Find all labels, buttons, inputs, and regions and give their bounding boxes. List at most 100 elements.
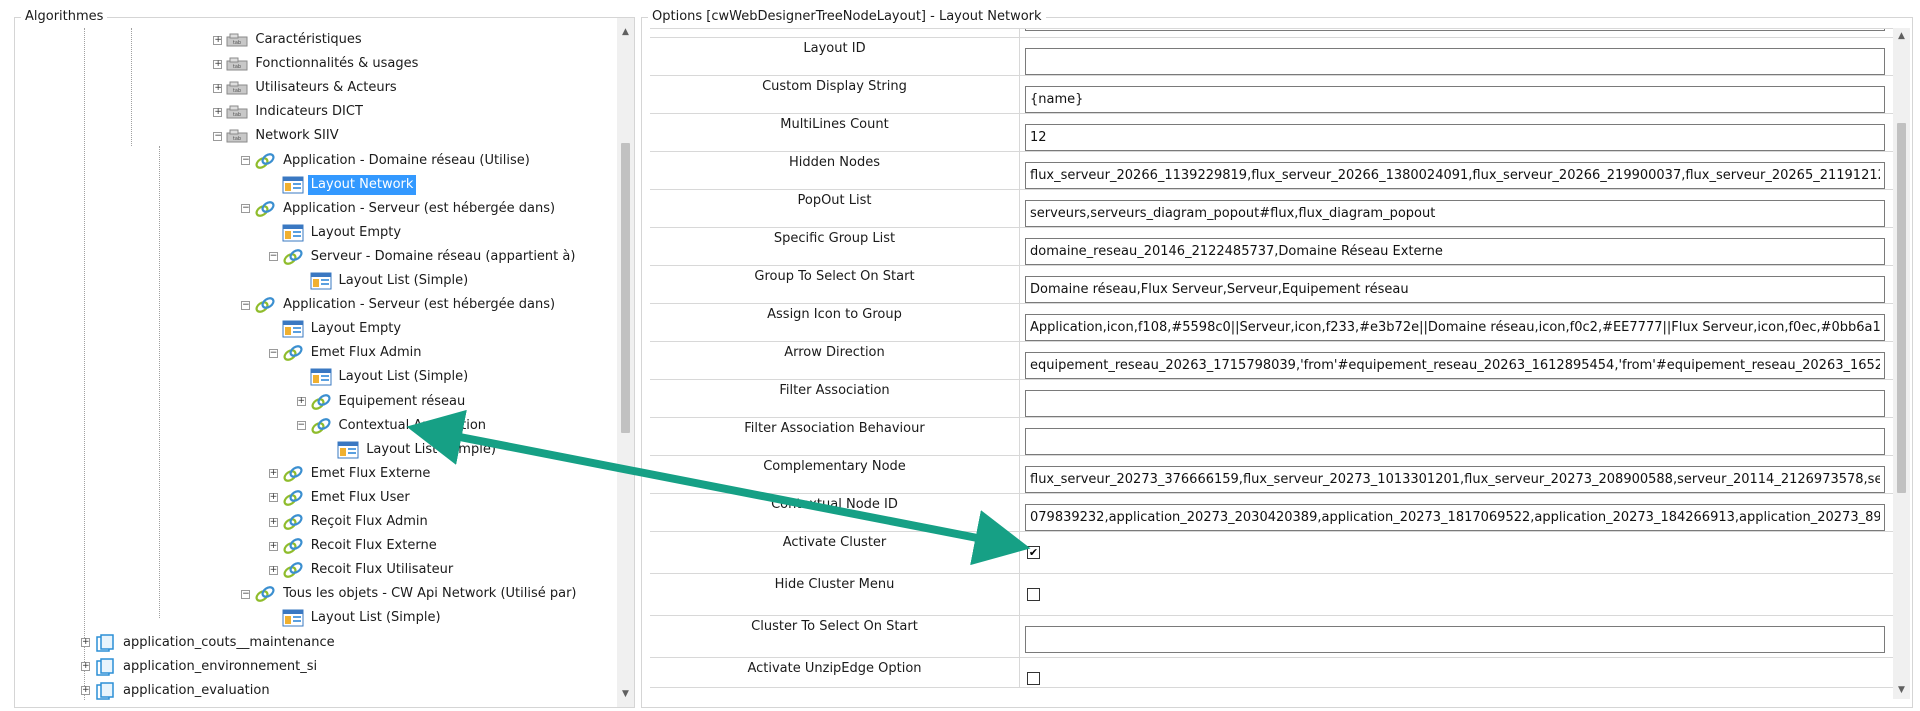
tree-node-label[interactable]: Emet Flux Externe [308,464,434,484]
tree-node-label[interactable]: Fonctionnalités & usages [252,54,421,74]
property-input[interactable] [1025,504,1885,531]
tree-node[interactable]: + tab Indicateurs DICT [213,100,366,124]
tree-node[interactable]: + application_couts__maintenance [81,631,338,655]
property-input[interactable] [1025,276,1885,303]
tree-node[interactable]: + Recoit Flux Externe [268,534,440,558]
tree-node-label[interactable]: Application - Serveur (est hébergée dans… [280,295,558,315]
expand-icon[interactable]: + [213,83,223,93]
tree-node[interactable]: − Application - Serveur (est hébergée dan… [241,293,558,317]
expand-icon[interactable]: + [81,662,90,672]
scroll-down-icon[interactable]: ▼ [1893,682,1910,699]
collapse-icon[interactable]: − [268,252,278,262]
tree-node-label[interactable]: application_evaluation [120,681,273,700]
tree-node[interactable]: + Emet Flux Externe [268,462,434,486]
expand-icon[interactable]: + [268,493,278,503]
tree-node[interactable]: − Application - Serveur (est hébergée dan… [241,197,558,221]
tree-node-label[interactable]: Application - Domaine réseau (Utilise) [280,151,533,171]
tree-node[interactable]: + Recoit Flux Utilisateur [268,558,456,582]
tree-node-label[interactable]: Equipement réseau [336,392,469,412]
property-checkbox[interactable] [1027,672,1040,685]
tree-node[interactable]: Layout Empty [269,221,404,245]
collapse-icon[interactable]: − [296,421,306,431]
property-input[interactable] [1025,238,1885,265]
property-input[interactable] [1025,162,1885,189]
property-input[interactable] [1025,200,1885,227]
expand-icon[interactable]: + [81,686,90,696]
expand-icon[interactable]: + [213,59,223,69]
tree-node-label[interactable]: Emet Flux Admin [308,343,425,363]
tree-node-label[interactable]: Layout Empty [308,319,404,339]
tree-node-label[interactable]: Tous les objets - CW Api Network (Utilis… [280,584,579,604]
tree-node-label[interactable]: Indicateurs DICT [252,102,366,122]
property-input[interactable] [1025,390,1885,417]
tree-node-label[interactable]: Utilisateurs & Acteurs [252,78,399,98]
tree-node-label[interactable]: Reçoit Flux Admin [308,512,431,532]
expand-icon[interactable]: + [268,565,278,575]
tree-node-label[interactable]: application_environnement_si [120,657,320,677]
tree-node-label[interactable]: Recoit Flux Utilisateur [308,560,456,580]
property-input[interactable] [1025,86,1885,113]
expand-icon[interactable]: + [213,107,223,117]
tree-node[interactable]: + Emet Flux User [268,486,413,510]
tree-node[interactable]: − tab Network SIIV [213,124,341,148]
tree-node-label[interactable]: application_couts__maintenance [120,633,338,653]
property-checkbox[interactable] [1027,588,1040,601]
tree-node[interactable]: Layout List (Simple) [269,606,444,630]
tree-node[interactable]: + tab Caractéristiques [213,28,364,52]
tree-node[interactable]: + tab Utilisateurs & Acteurs [213,76,399,100]
collapse-icon[interactable]: − [241,204,251,214]
tree-scroll-thumb[interactable] [621,143,630,433]
property-input[interactable] [1025,428,1885,455]
tree-node[interactable]: + tab Fonctionnalités & usages [213,52,421,76]
tree-node-label[interactable]: Caractéristiques [252,30,364,50]
collapse-icon[interactable]: − [241,300,251,310]
tree-node-label[interactable]: Application - Serveur (est hébergée dans… [280,199,558,219]
property-checkbox[interactable]: ✔ [1027,546,1040,559]
collapse-icon[interactable]: − [213,131,223,141]
expand-icon[interactable]: + [268,517,278,527]
scroll-up-icon[interactable]: ▲ [1893,28,1910,45]
property-input[interactable] [1025,352,1885,379]
tree-node-label[interactable]: Layout List (Simple) [336,271,472,291]
tree-node[interactable]: − Contextual Application [296,414,490,438]
property-input[interactable] [1025,48,1885,75]
collapse-icon[interactable]: − [241,589,251,599]
property-input[interactable] [1025,466,1885,493]
grid-scroll-thumb[interactable] [1897,123,1906,493]
tree-node[interactable]: Layout List (Simple) [297,365,472,389]
tree-node[interactable]: − Tous les objets - CW Api Network (Utili… [241,582,579,606]
tree-node[interactable]: Layout Network [269,173,417,197]
collapse-icon[interactable]: − [268,348,278,358]
tree-node[interactable]: Layout List (Simple) [324,438,499,462]
tree-node-label[interactable]: Layout Network [307,174,417,195]
scroll-up-icon[interactable]: ▲ [617,24,634,41]
tree-node[interactable]: − Serveur - Domaine réseau (appartient à) [268,245,579,269]
expand-icon[interactable]: + [268,541,278,551]
tree-node-label[interactable]: Layout Empty [308,223,404,243]
tree-node-label[interactable]: Network SIIV [252,126,341,146]
expand-icon[interactable]: + [268,469,278,479]
tree-node[interactable]: + application_environnement_si [81,655,320,679]
tree-node-label[interactable]: Layout List (Simple) [363,440,499,460]
tree-node-label[interactable]: Serveur - Domaine réseau (appartient à) [308,247,579,267]
tree-node-label[interactable]: Emet Flux User [308,488,413,508]
collapse-icon[interactable]: − [241,156,251,165]
tree-node[interactable]: − Emet Flux Admin [268,341,425,365]
tree-node[interactable]: − Application - Domaine réseau (Utilise) [241,149,533,173]
tree-node[interactable]: Layout List (Simple) [297,269,472,293]
tree-node[interactable]: + application_evaluation [81,679,273,700]
tree-node[interactable]: + Equipement réseau [296,390,469,414]
tree-node[interactable]: Layout Empty [269,317,404,341]
tree-node-label[interactable]: Layout List (Simple) [308,608,444,628]
property-input[interactable] [1025,626,1885,653]
expand-icon[interactable]: + [296,397,306,406]
property-input[interactable] [1025,314,1885,341]
scroll-down-icon[interactable]: ▼ [617,686,634,703]
tree-node-label[interactable]: Contextual Application [336,416,490,436]
partial-top-input[interactable] [1025,29,1885,31]
tree-node[interactable]: + Reçoit Flux Admin [268,510,431,534]
tree-node-label[interactable]: Recoit Flux Externe [308,536,440,556]
expand-icon[interactable]: + [213,35,223,45]
grid-scrollbar[interactable]: ▲ ▼ [1893,28,1910,699]
tree-scrollbar[interactable]: ▲ ▼ [617,18,634,707]
